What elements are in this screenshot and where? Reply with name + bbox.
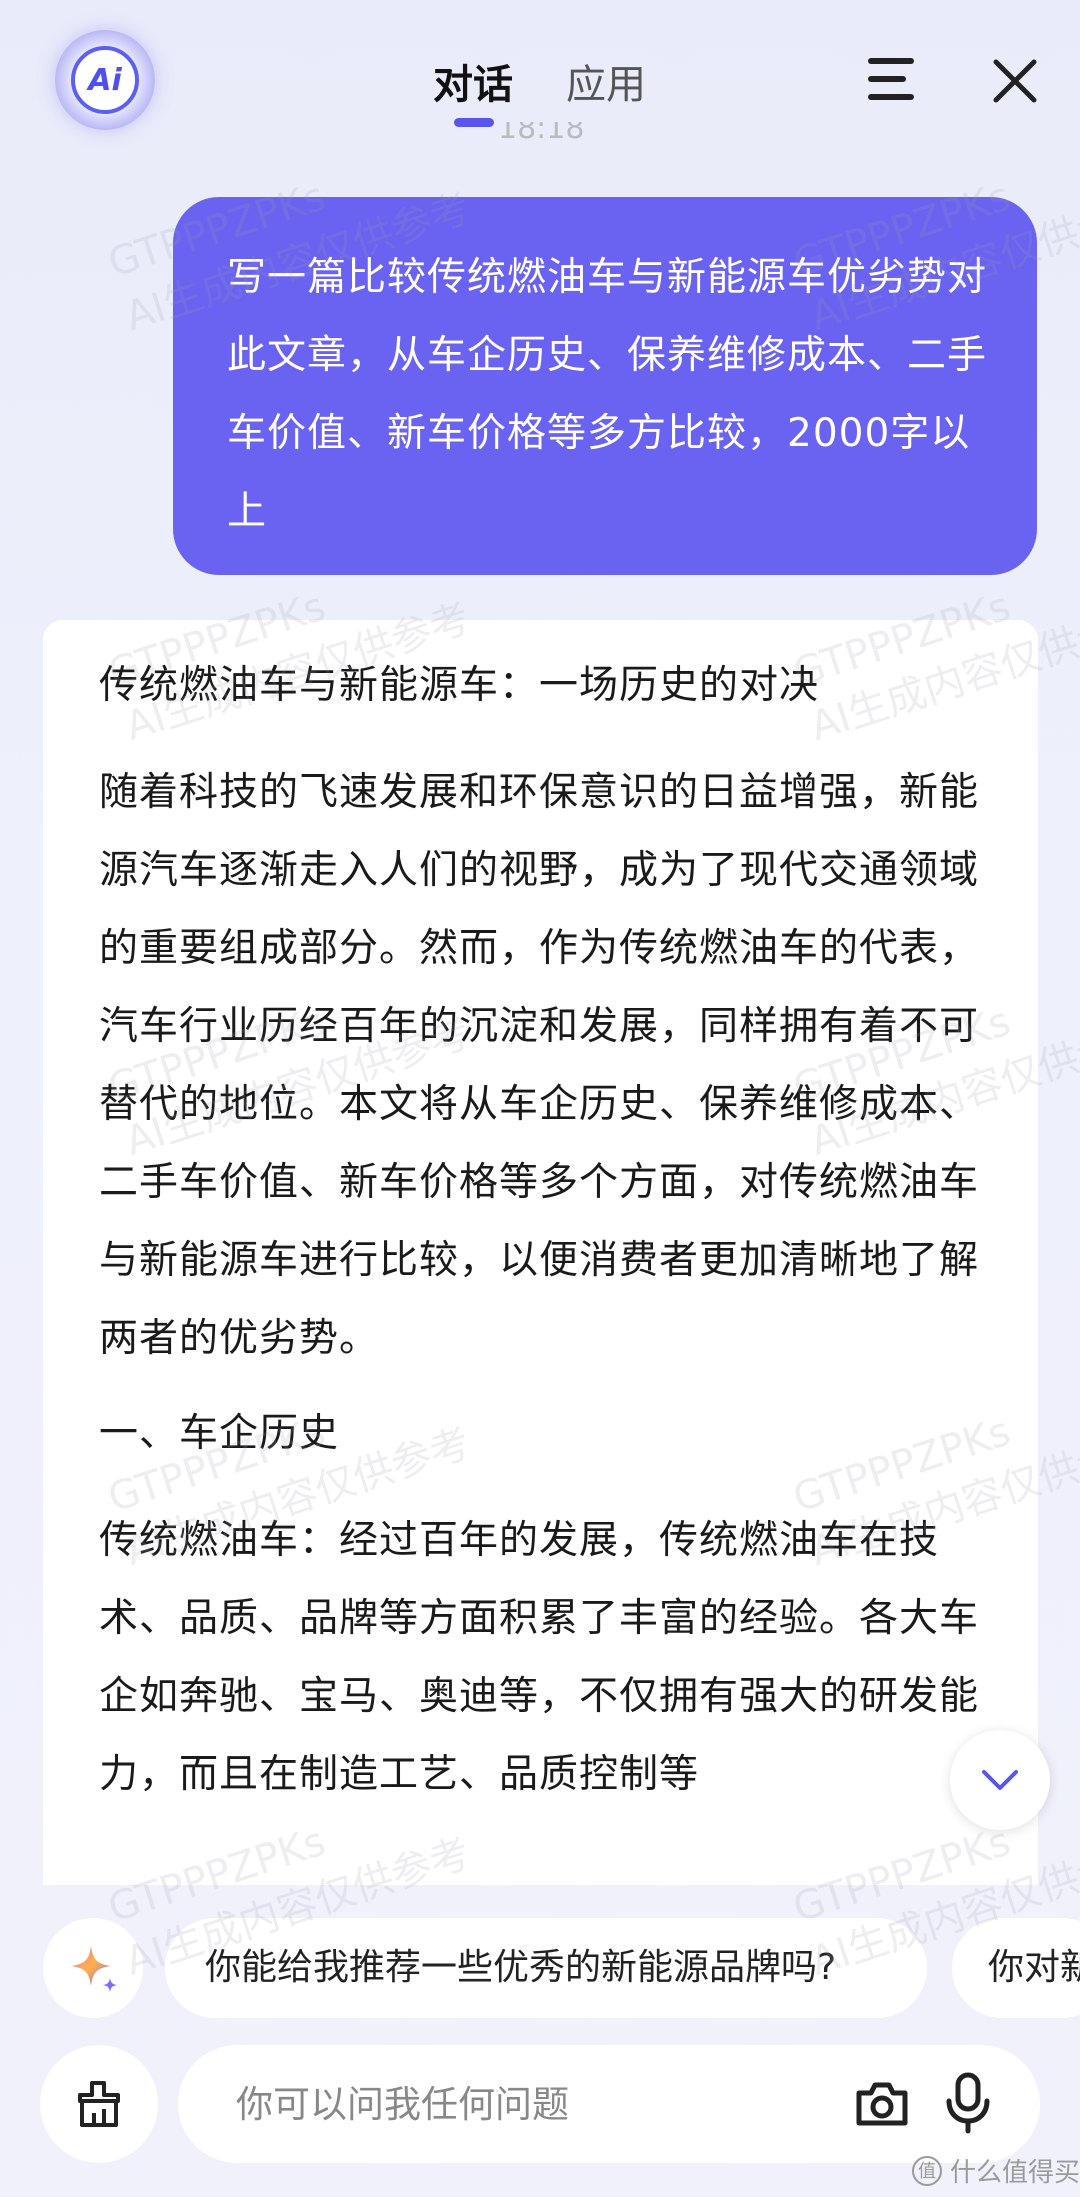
- source-logo-mark: 值: [912, 2155, 942, 2186]
- chat-input[interactable]: [234, 2073, 798, 2135]
- answer-section-heading: 一、车企历史: [99, 1411, 340, 1456]
- camera-icon[interactable]: [853, 2075, 911, 2133]
- clear-context-button[interactable]: [40, 2045, 158, 2163]
- suggestion-chip[interactable]: 你对新: [952, 1918, 1080, 2018]
- answer-title: 传统燃油车与新能源车：一场历史的对决: [99, 663, 820, 708]
- ai-answer-card: 传统燃油车与新能源车：一场历史的对决 随着科技的飞速发展和环保意识的日益增强，新…: [43, 620, 1038, 1885]
- answer-section-paragraph: 传统燃油车：经过百年的发展，传统燃油车在技术、品质、品牌等方面积累了丰富的经验。…: [99, 1518, 980, 1797]
- input-row: [0, 2045, 1080, 2165]
- user-message-bubble: 写一篇比较传统燃油车与新能源车优劣势对此文章，从车企历史、保养维修成本、二手车价…: [173, 197, 1037, 575]
- brush-icon: [78, 2081, 120, 2127]
- active-tab-indicator: [454, 118, 494, 127]
- microphone-icon[interactable]: [943, 2071, 993, 2135]
- close-icon[interactable]: [992, 58, 1038, 104]
- scroll-down-button[interactable]: [950, 1730, 1050, 1830]
- source-logo-text: 什么值得买: [950, 2158, 1080, 2188]
- tab-apps[interactable]: 应用: [566, 52, 646, 110]
- chevron-down-icon: [982, 1770, 1018, 1790]
- sparkle-button[interactable]: [43, 1918, 143, 2018]
- source-watermark-logo: 值 什么值得买: [912, 2152, 1080, 2189]
- suggestion-row: 你能给我推荐一些优秀的新能源品牌吗? 你对新: [0, 1918, 1080, 2018]
- suggestion-chip[interactable]: 你能给我推荐一些优秀的新能源品牌吗?: [165, 1918, 927, 2018]
- top-header: Ai 对话 应用 18:18: [0, 0, 1080, 150]
- chat-input-box: [178, 2045, 1040, 2163]
- sparkle-icon: [71, 1946, 117, 1992]
- tab-chat[interactable]: 对话: [433, 52, 513, 110]
- ai-logo-text: Ai: [71, 46, 139, 114]
- answer-intro-paragraph: 随着科技的飞速发展和环保意识的日益增强，新能源汽车逐渐走入人们的视野，成为了现代…: [99, 770, 980, 1361]
- ai-logo-button[interactable]: Ai: [55, 30, 155, 130]
- menu-icon[interactable]: [868, 58, 914, 100]
- message-timestamp: 18:18: [498, 122, 585, 144]
